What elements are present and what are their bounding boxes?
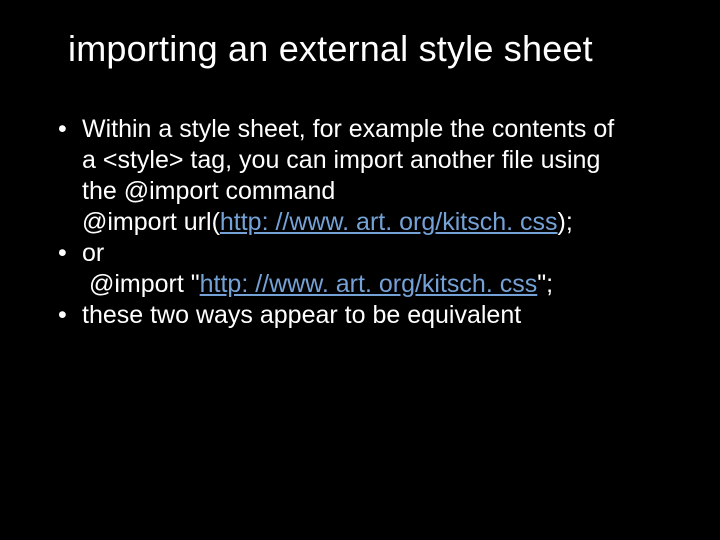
code1-suffix: ); [558, 208, 573, 236]
slide: importing an external style sheet Within… [0, 0, 720, 540]
bullet3-text: these two ways appear to be equivalent [82, 301, 521, 329]
code-example-2: @import "http: //www. art. org/kitsch. c… [54, 269, 670, 300]
code2-link[interactable]: http: //www. art. org/kitsch. css [200, 270, 538, 298]
code-example-1: @import url(http: //www. art. org/kitsch… [54, 207, 670, 238]
bullet1-line2: a <style> tag, you can import another fi… [82, 146, 600, 174]
bullet1-line3: the @import command [82, 177, 335, 205]
bullet-item-1: Within a style sheet, for example the co… [54, 114, 670, 207]
slide-body: Within a style sheet, for example the co… [50, 114, 670, 331]
bullet-item-3: these two ways appear to be equivalent [54, 300, 670, 331]
slide-title: importing an external style sheet [50, 28, 670, 70]
code2-suffix: "; [537, 270, 553, 298]
bullet1-line1: Within a style sheet, for example the co… [82, 115, 614, 143]
code2-prefix: @import " [89, 270, 200, 298]
bullet-item-2: or [54, 238, 670, 269]
bullet2-text: or [82, 239, 104, 267]
code1-link[interactable]: http: //www. art. org/kitsch. css [220, 208, 558, 236]
code1-prefix: @import url( [82, 208, 220, 236]
